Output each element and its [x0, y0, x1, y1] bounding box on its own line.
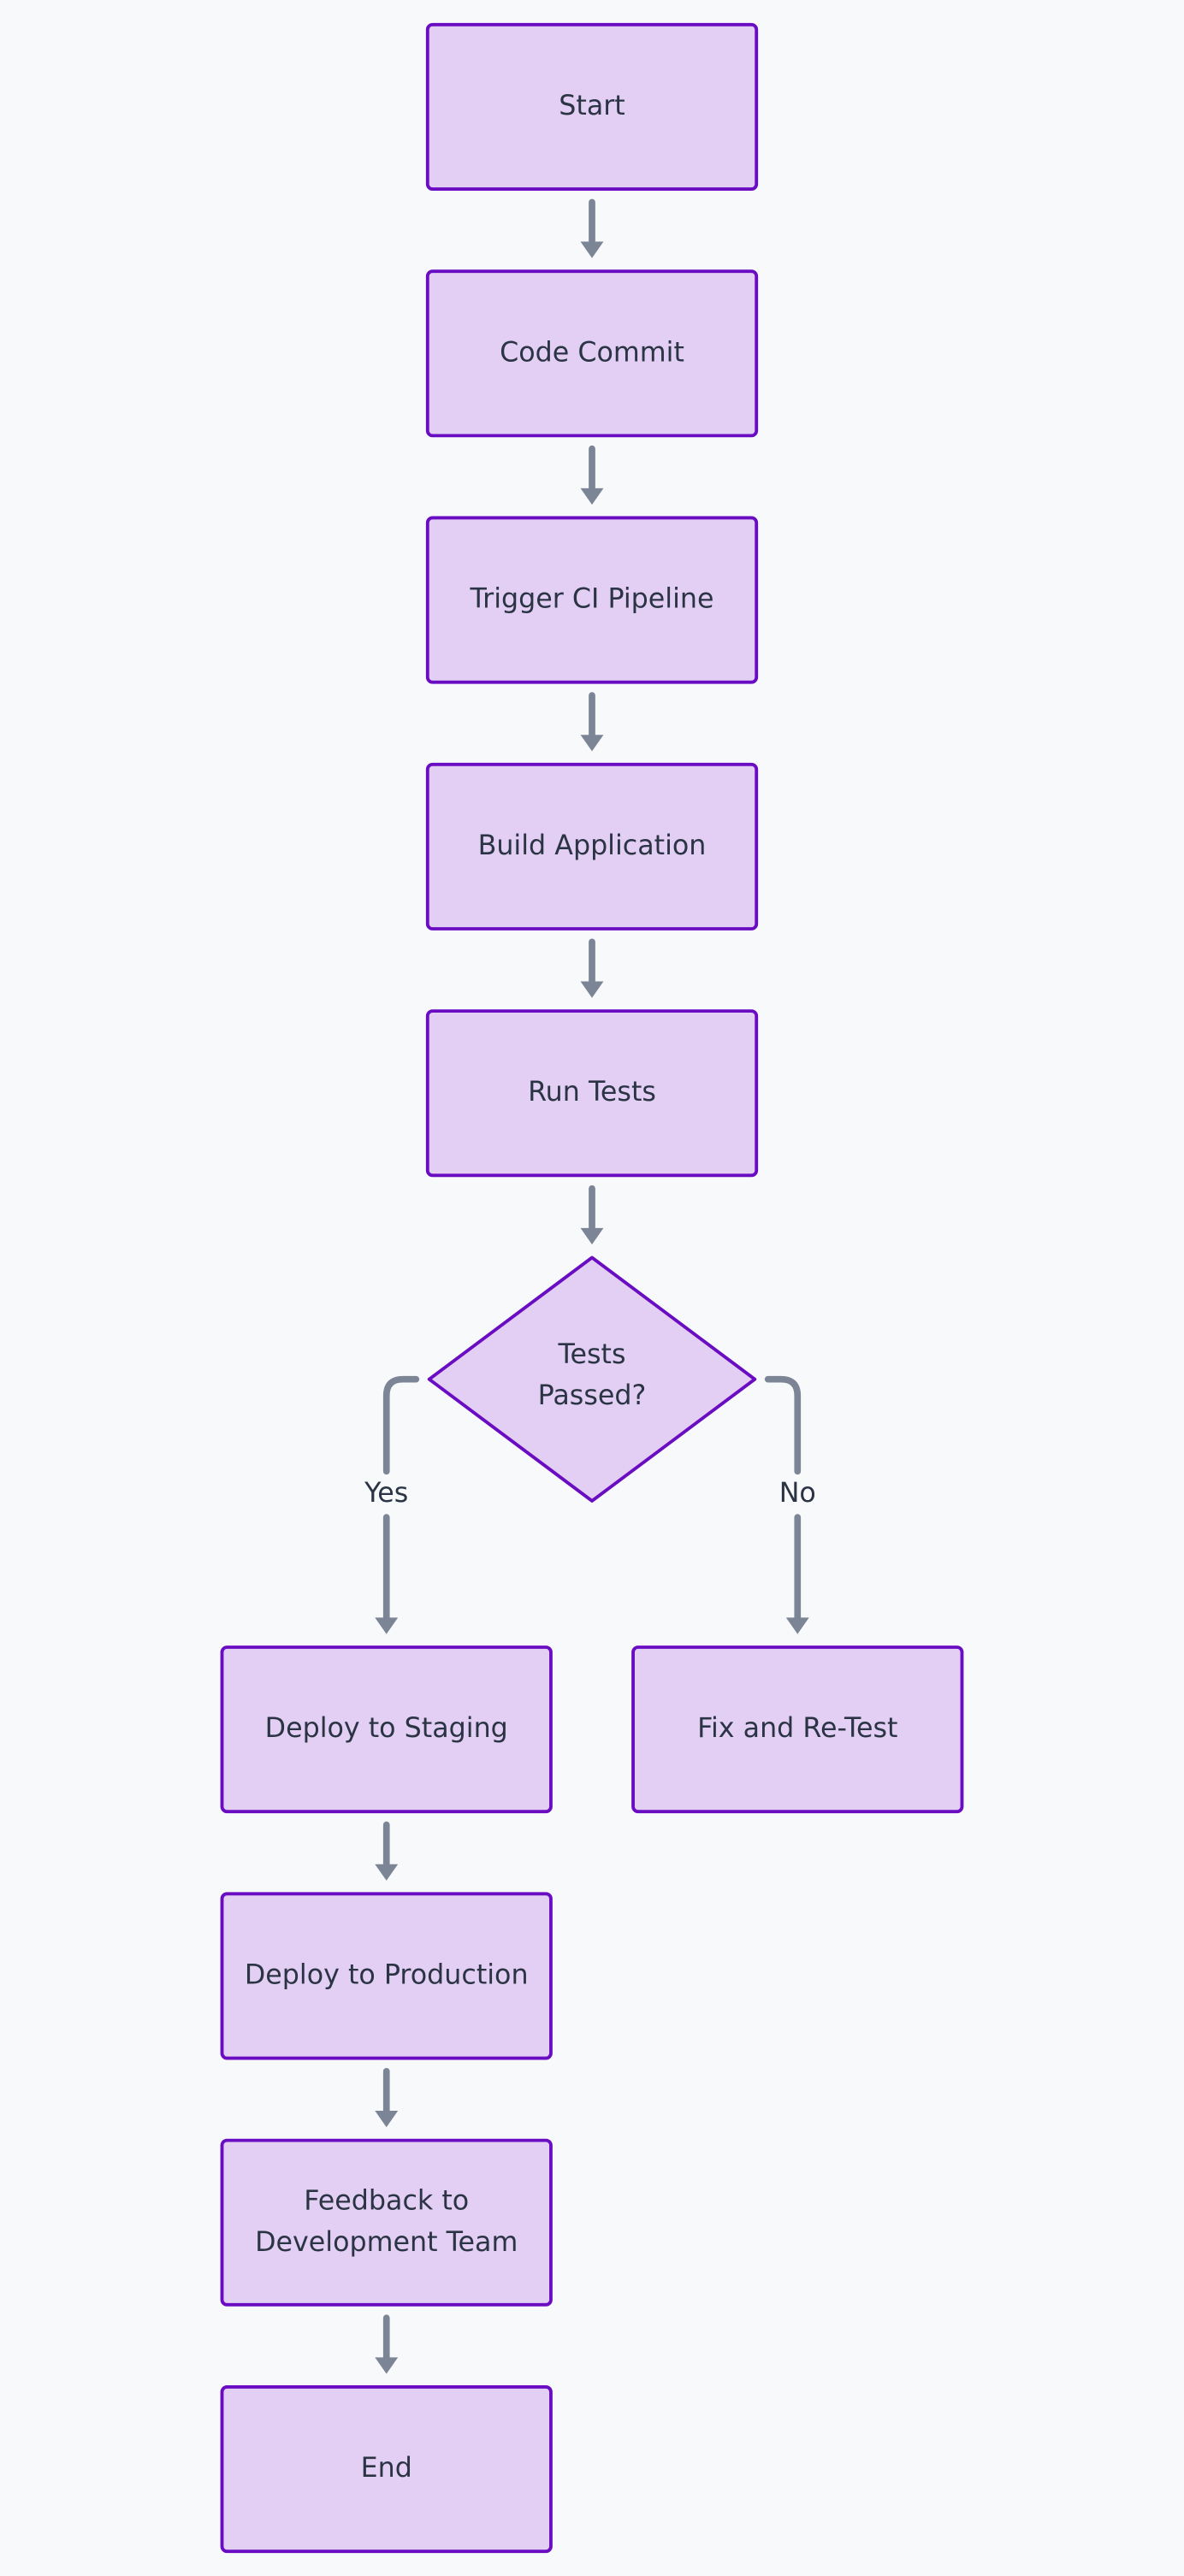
node-staging[interactable]: Deploy to Staging: [220, 1645, 553, 1814]
arrowhead-icon: [580, 981, 604, 998]
node-fix[interactable]: Fix and Re-Test: [631, 1645, 964, 1814]
arrowhead-icon: [785, 1617, 809, 1634]
edge-passed-staging: Yes: [364, 1375, 420, 1634]
edge-start-commit: [580, 198, 604, 258]
node-label: Fix and Re-Test: [697, 1713, 897, 1744]
decision-diamond: [427, 1256, 757, 1503]
node-label: Tests: [558, 1339, 626, 1370]
arrowhead-icon: [580, 1227, 604, 1245]
node-ci[interactable]: Trigger CI Pipeline: [425, 516, 759, 684]
node-label: Start: [559, 91, 625, 121]
edge-label: No: [779, 1478, 816, 1509]
arrowhead-icon: [375, 2111, 399, 2128]
node-label: End: [361, 2453, 412, 2484]
node-label: Feedback to: [304, 2186, 469, 2217]
node-commit[interactable]: Code Commit: [425, 269, 759, 438]
edge-passed-fix: No: [764, 1375, 816, 1634]
node-label: Deploy to Staging: [265, 1713, 508, 1744]
edge-prod-feedback: [375, 2068, 399, 2128]
edge-line: [764, 1375, 802, 1475]
edge-build-tests: [580, 938, 604, 998]
node-label: Deploy to Production: [245, 1959, 529, 1990]
edge-line: [382, 1375, 420, 1475]
node-feedback[interactable]: Feedback to Development Team: [220, 2138, 553, 2307]
edge-ci-build: [580, 692, 604, 752]
arrowhead-icon: [375, 1864, 399, 1881]
node-end[interactable]: End: [220, 2385, 553, 2554]
node-tests[interactable]: Run Tests: [425, 1009, 759, 1178]
arrowhead-icon: [375, 2357, 399, 2374]
node-passed[interactable]: Tests Passed?: [427, 1256, 757, 1503]
node-build[interactable]: Build Application: [425, 762, 759, 931]
edge-tests-passed: [580, 1185, 604, 1245]
node-label: Trigger CI Pipeline: [469, 584, 713, 615]
node-prod[interactable]: Deploy to Production: [220, 1892, 553, 2060]
nodes-layer: Start Code Commit Trigger CI Pipeline Build…: [220, 22, 964, 2554]
node-label: Run Tests: [528, 1077, 656, 1108]
edge-feedback-end: [375, 2314, 399, 2374]
process-box: [220, 2138, 553, 2307]
arrowhead-icon: [580, 487, 604, 505]
edge-commit-ci: [580, 445, 604, 505]
node-label: Passed?: [538, 1380, 647, 1411]
node-label: Build Application: [478, 830, 707, 861]
node-label: Development Team: [255, 2227, 518, 2258]
node-start[interactable]: Start: [425, 22, 759, 191]
node-label: Code Commit: [500, 337, 684, 368]
flowchart-canvas: Yes No Start Code Commit Trigger CI Pipelin…: [220, 22, 964, 2554]
edge-label: Yes: [364, 1478, 408, 1509]
arrowhead-icon: [580, 241, 604, 258]
edge-staging-prod: [375, 1821, 399, 1881]
arrowhead-icon: [375, 1617, 399, 1634]
arrowhead-icon: [580, 735, 604, 752]
